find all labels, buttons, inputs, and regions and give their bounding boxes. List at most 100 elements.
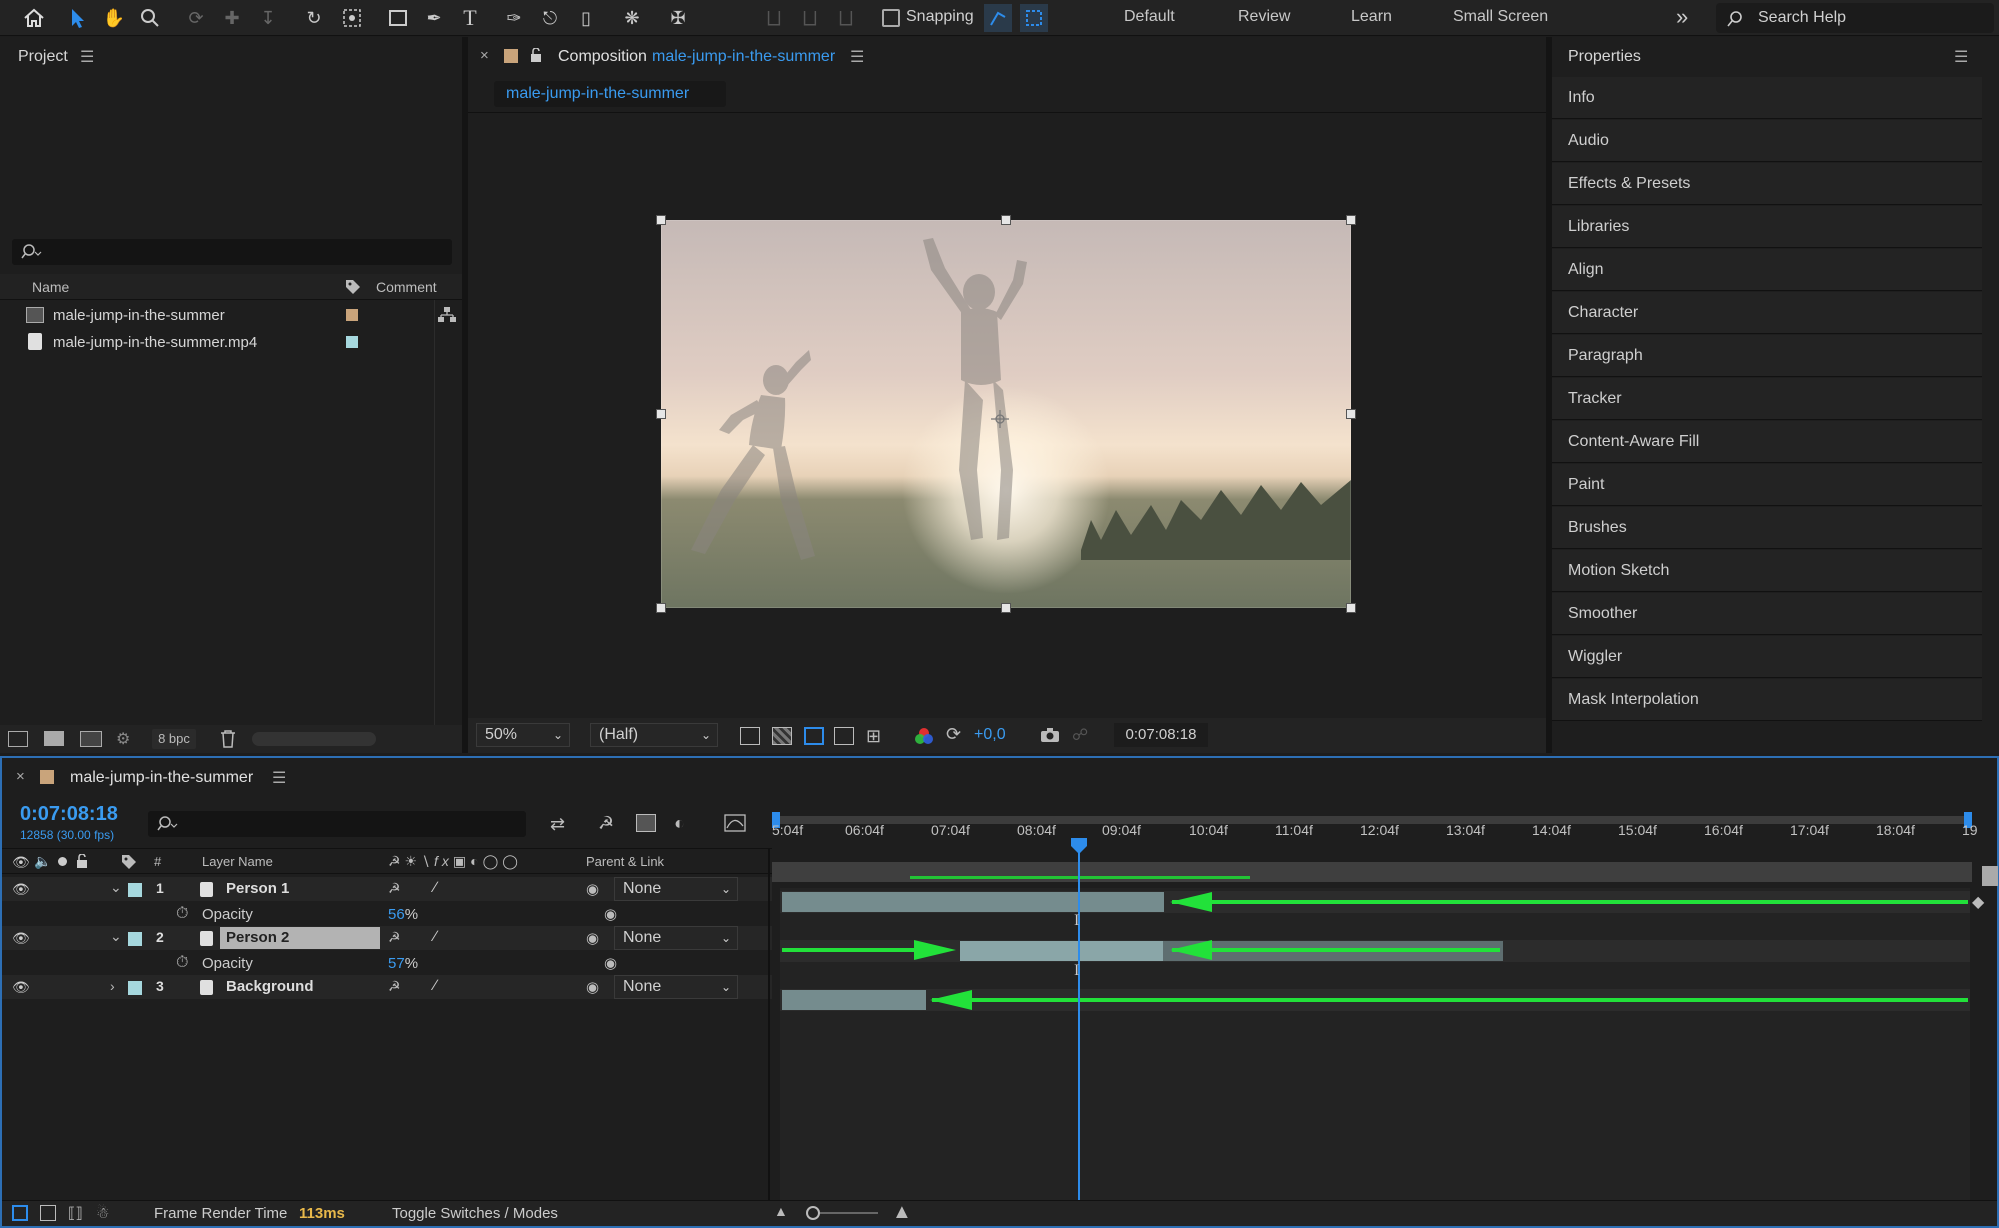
playhead-handle[interactable] xyxy=(1071,838,1087,854)
grid-guides-icon[interactable]: ⊞ xyxy=(866,726,881,747)
workspace-learn[interactable]: Learn xyxy=(1351,8,1392,26)
transform-handle[interactable] xyxy=(1346,215,1356,225)
pick-whip-icon[interactable]: ◉ xyxy=(586,978,599,996)
in-out-toggle-icon[interactable]: ⟦⟧ xyxy=(68,1204,83,1222)
search-help-field[interactable]: Search Help xyxy=(1716,3,1994,33)
timeline-menu-icon[interactable]: ☰ xyxy=(272,768,286,788)
layer-row[interactable]: 👁 ⌄ 1 Person 1 ☭ ∕ ◉ None ⌄ xyxy=(2,877,772,901)
frame-blending-icon[interactable] xyxy=(636,814,656,832)
chevron-right-icon[interactable]: › xyxy=(110,978,115,994)
project-settings-icon[interactable]: ⚙ xyxy=(116,729,130,749)
layer-name[interactable]: Person 1 xyxy=(226,880,289,897)
panel-item-tracker[interactable]: Tracker xyxy=(1552,378,1982,420)
camera-snapshot-icon[interactable] xyxy=(1040,727,1060,743)
snapping-checkbox[interactable] xyxy=(882,9,900,27)
panel-item-mask-interpolation[interactable]: Mask Interpolation xyxy=(1552,679,1982,721)
current-time-display[interactable]: 0:07:08:18 xyxy=(1114,723,1208,747)
transform-handle[interactable] xyxy=(656,603,666,613)
lock-icon[interactable] xyxy=(530,48,542,62)
layer-name-column-header[interactable]: Layer Name xyxy=(202,854,273,869)
panel-item-paragraph[interactable]: Paragraph xyxy=(1552,335,1982,377)
rectangle-tool-icon[interactable] xyxy=(384,4,412,32)
dolly-tool-icon[interactable]: ↧ xyxy=(254,4,282,32)
toggle-switches-modes-button[interactable]: Toggle Switches / Modes xyxy=(392,1205,558,1222)
name-column-header[interactable]: Name xyxy=(32,279,69,295)
clone-stamp-tool-icon[interactable]: ⎋ xyxy=(536,4,564,32)
timeline-current-time[interactable]: 0:07:08:18 xyxy=(20,803,118,826)
comp-marker-bin-icon[interactable] xyxy=(1982,866,1998,886)
layer-search-input[interactable] xyxy=(148,811,526,837)
timeline-comp-name[interactable]: male-jump-in-the-summer xyxy=(70,769,253,787)
zoom-in-icon[interactable]: ▲ xyxy=(892,1201,912,1224)
composition-name[interactable]: male-jump-in-the-summer xyxy=(652,48,835,66)
channel-rgb-icon[interactable] xyxy=(914,727,934,745)
panel-item-libraries[interactable]: Libraries xyxy=(1552,206,1982,248)
lock-icon[interactable] xyxy=(76,854,88,868)
stopwatch-icon[interactable]: ⏱ xyxy=(176,905,188,923)
view-axis-mode-icon[interactable]: ⨆ xyxy=(832,4,860,32)
orbit-tool-icon[interactable]: ⟳ xyxy=(182,4,210,32)
shy-switch-icon[interactable]: ☭ xyxy=(388,978,401,995)
label-color-swatch[interactable] xyxy=(346,309,358,321)
transform-handle[interactable] xyxy=(1001,215,1011,225)
fast-previews-icon[interactable] xyxy=(740,727,760,745)
eye-icon[interactable]: 👁 xyxy=(12,979,30,996)
transform-handle[interactable] xyxy=(1346,409,1356,419)
camera-behind-tool-icon[interactable] xyxy=(338,4,366,32)
roto-brush-tool-icon[interactable]: ❋ xyxy=(618,4,646,32)
world-axis-mode-icon[interactable]: ⨆ xyxy=(796,4,824,32)
label-color-swatch[interactable] xyxy=(128,981,142,995)
composition-tab[interactable]: male-jump-in-the-summer xyxy=(494,81,726,107)
interpret-footage-icon[interactable] xyxy=(8,731,28,747)
layer-row[interactable]: 👁 › 3 Background ☭ ∕ ◉ None ⌄ xyxy=(2,975,772,999)
chevron-down-icon[interactable]: ⌄ xyxy=(110,928,122,945)
transparency-grid-icon[interactable] xyxy=(772,727,792,745)
eye-icon[interactable]: 👁 xyxy=(12,854,30,871)
panel-item-smoother[interactable]: Smoother xyxy=(1552,593,1982,635)
snap-features-icon[interactable] xyxy=(1020,4,1048,32)
workspace-review[interactable]: Review xyxy=(1238,8,1290,26)
transform-handle[interactable] xyxy=(1001,603,1011,613)
rotation-tool-icon[interactable]: ↻ xyxy=(300,4,328,32)
transform-handle[interactable] xyxy=(656,409,666,419)
solo-icon[interactable] xyxy=(58,857,67,866)
local-axis-mode-icon[interactable]: ⨆ xyxy=(760,4,788,32)
chevron-down-icon[interactable]: ⌄ xyxy=(110,879,122,896)
anchor-point-icon[interactable] xyxy=(991,410,1009,428)
shy-layers-icon[interactable]: ☭ xyxy=(598,813,614,834)
composition-menu-icon[interactable]: ☰ xyxy=(850,47,864,67)
hand-tool-icon[interactable]: ✋ xyxy=(100,4,128,32)
panel-item-effects-presets[interactable]: Effects & Presets xyxy=(1552,163,1982,205)
layer-switches-toggle-icon[interactable] xyxy=(12,1205,28,1221)
pick-whip-icon[interactable]: ◉ xyxy=(586,929,599,947)
shy-switch-icon[interactable]: ☭ xyxy=(388,880,401,897)
brush-tool-icon[interactable]: ✑ xyxy=(500,4,528,32)
panel-item-motion-sketch[interactable]: Motion Sketch xyxy=(1552,550,1982,592)
label-color-swatch[interactable] xyxy=(128,932,142,946)
new-composition-icon[interactable] xyxy=(80,731,102,747)
region-of-interest-icon[interactable] xyxy=(834,727,854,745)
workspace-small-screen[interactable]: Small Screen xyxy=(1453,8,1548,26)
panel-item-info[interactable]: Info xyxy=(1552,77,1982,119)
parent-dropdown[interactable]: None ⌄ xyxy=(614,926,738,950)
quality-switch-icon[interactable]: ∕ xyxy=(434,977,437,994)
zoom-out-icon[interactable]: ▲ xyxy=(774,1203,788,1219)
audio-icon[interactable]: 🔈 xyxy=(34,853,51,870)
puppet-pin-tool-icon[interactable]: ✠ xyxy=(664,4,692,32)
project-item[interactable]: male-jump-in-the-summer xyxy=(0,302,462,329)
render-time-toggle-icon[interactable]: ☃ xyxy=(96,1204,109,1222)
trash-icon[interactable] xyxy=(220,730,236,748)
panel-item-character[interactable]: Character xyxy=(1552,292,1982,334)
panel-item-content-aware-fill[interactable]: Content-Aware Fill xyxy=(1552,421,1982,463)
stopwatch-icon[interactable]: ⏱ xyxy=(176,954,188,972)
quality-switch-icon[interactable]: ∕ xyxy=(434,879,437,896)
pan-tool-icon[interactable]: ✚ xyxy=(218,4,246,32)
magnification-dropdown[interactable]: 50% ⌄ xyxy=(476,723,570,747)
show-snapshot-icon[interactable]: ☍ xyxy=(1072,725,1088,745)
type-tool-icon[interactable]: T xyxy=(456,4,484,32)
zoom-tool-icon[interactable] xyxy=(136,4,164,32)
panel-item-paint[interactable]: Paint xyxy=(1552,464,1982,506)
label-color-swatch[interactable] xyxy=(128,883,142,897)
composition-flowchart-icon[interactable]: ⇄ xyxy=(550,814,565,835)
workspace-default[interactable]: Default xyxy=(1124,8,1175,26)
